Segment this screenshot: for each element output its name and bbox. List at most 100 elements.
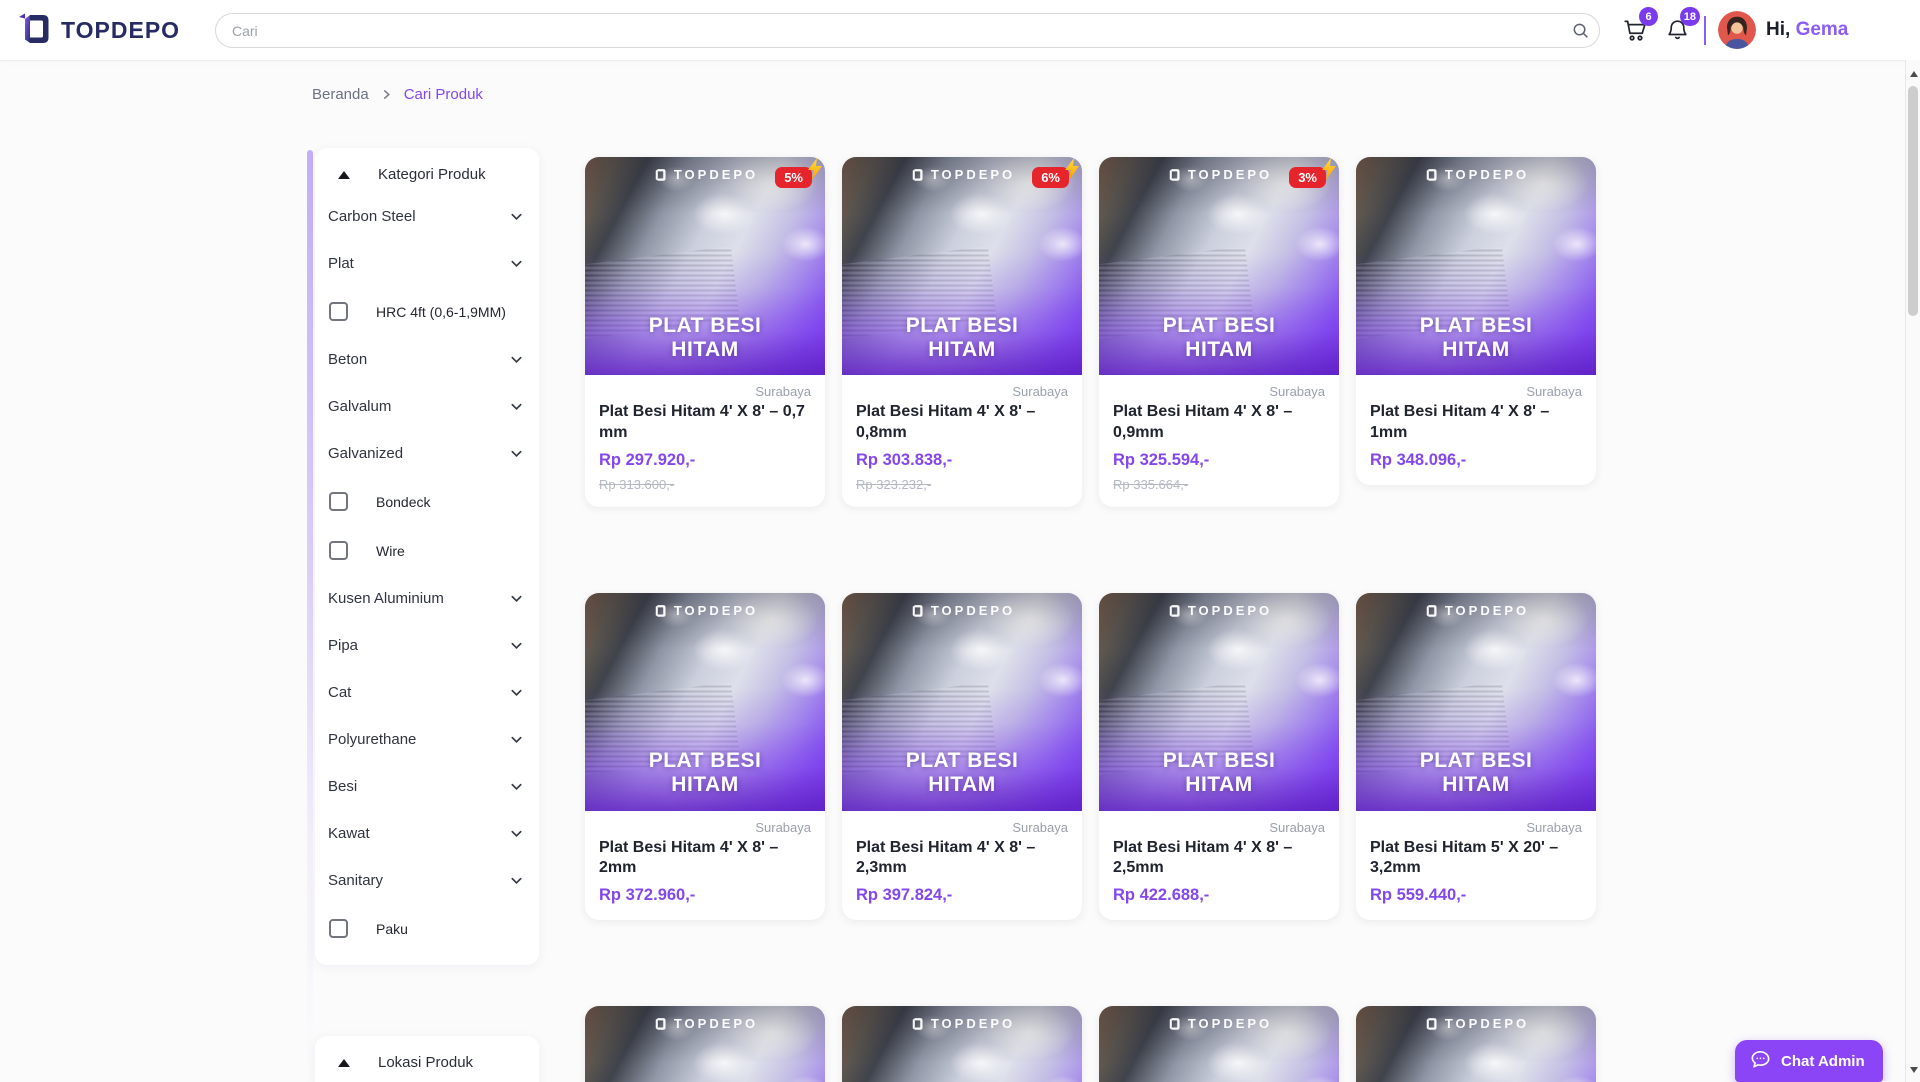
sidebar-filter-paku[interactable]: Paku [315, 904, 539, 953]
search-input[interactable] [216, 23, 1561, 39]
watermark-text: TOPDEPO [931, 1016, 1015, 1031]
cart-count-badge: 6 [1639, 7, 1658, 26]
watermark-text: TOPDEPO [674, 603, 758, 618]
watermark-text: TOPDEPO [931, 603, 1015, 618]
checkbox[interactable] [329, 919, 348, 938]
category-label: Cat [328, 684, 351, 701]
chevron-down-icon [509, 591, 524, 606]
scrollbar-up-icon[interactable] [1906, 66, 1920, 82]
category-label: Kusen Aluminium [328, 590, 444, 607]
checkbox[interactable] [329, 302, 348, 321]
product-card[interactable]: TOPDEPO [585, 1006, 825, 1082]
breadcrumb-chevron-icon [381, 89, 392, 100]
product-grid: TOPDEPO 5% PLAT BESI HITAM Surabaya Plat… [585, 157, 1599, 1082]
sidebar-filter-wire[interactable]: Wire [315, 526, 539, 575]
sidebar-item-galvalum[interactable]: Galvalum [315, 383, 539, 430]
topdepo-watermark-icon [652, 603, 667, 618]
filter-label: Paku [376, 921, 408, 937]
checkbox[interactable] [329, 492, 348, 511]
product-price: Rp 303.838,- [856, 451, 1068, 470]
chevron-down-icon [509, 352, 524, 367]
chevron-down-icon [509, 446, 524, 461]
sidebar-item-polyurethane[interactable]: Polyurethane [315, 716, 539, 763]
search-icon[interactable] [1561, 14, 1599, 47]
image-title: PLAT BESI HITAM [585, 749, 825, 797]
product-image: TOPDEPO 3% PLAT BESI HITAM [1099, 157, 1339, 375]
product-original-price: Rp 313.600,- [599, 477, 811, 492]
product-card[interactable]: TOPDEPO PLAT BESI HITAM Surabaya Plat Be… [842, 593, 1082, 921]
product-location: Surabaya [599, 820, 811, 835]
topdepo-watermark-icon [1166, 1016, 1181, 1031]
product-card[interactable]: TOPDEPO PLAT BESI HITAM Surabaya Plat Be… [1356, 593, 1596, 921]
image-title: PLAT BESI HITAM [1356, 314, 1596, 362]
product-title: Plat Besi Hitam 5' X 20' – 3,2mm [1370, 838, 1582, 880]
sidebar-item-plat[interactable]: Plat [315, 240, 539, 287]
product-card[interactable]: TOPDEPO [1099, 1006, 1339, 1082]
product-card[interactable]: TOPDEPO PLAT BESI HITAM Surabaya Plat Be… [585, 593, 825, 921]
chevron-down-icon [509, 256, 524, 271]
product-card[interactable]: TOPDEPO PLAT BESI HITAM Surabaya Plat Be… [1099, 593, 1339, 921]
product-card[interactable]: TOPDEPO PLAT BESI HITAM Surabaya Plat Be… [1356, 157, 1596, 485]
page-scrollbar[interactable] [1905, 60, 1920, 1082]
breadcrumb-home[interactable]: Beranda [312, 86, 369, 103]
breadcrumb: Beranda Cari Produk [312, 86, 483, 103]
product-image: TOPDEPO PLAT BESI HITAM [842, 593, 1082, 811]
image-watermark: TOPDEPO [1099, 1016, 1339, 1031]
sidebar-filter-hrc-4ft[interactable]: HRC 4ft (0,6-1,9MM) [315, 287, 539, 336]
sidebar-item-carbon-steel[interactable]: Carbon Steel [315, 193, 539, 240]
product-card[interactable]: TOPDEPO 5% PLAT BESI HITAM Surabaya Plat… [585, 157, 825, 507]
product-title: Plat Besi Hitam 4' X 8' – 1mm [1370, 402, 1582, 444]
watermark-text: TOPDEPO [1445, 167, 1529, 182]
topdepo-logo[interactable]: TOPDEPO [16, 10, 180, 51]
product-card[interactable]: TOPDEPO [842, 1006, 1082, 1082]
chevron-down-icon [509, 826, 524, 841]
product-card[interactable]: TOPDEPO [1356, 1006, 1596, 1082]
discount-badge: 3% [1289, 167, 1326, 188]
chevron-down-icon [509, 779, 524, 794]
product-price: Rp 348.096,- [1370, 451, 1582, 470]
image-watermark: TOPDEPO [842, 603, 1082, 618]
watermark-text: TOPDEPO [1188, 1016, 1272, 1031]
image-title: PLAT BESI HITAM [585, 314, 825, 362]
cart-button[interactable]: 6 [1618, 14, 1652, 48]
product-location: Surabaya [1370, 820, 1582, 835]
product-location: Surabaya [1370, 384, 1582, 399]
scrollbar-down-icon[interactable] [1906, 1062, 1920, 1078]
sidebar-item-sanitary[interactable]: Sanitary [315, 857, 539, 904]
product-info: Surabaya Plat Besi Hitam 5' X 20' – 3,2m… [1356, 811, 1596, 921]
breadcrumb-current[interactable]: Cari Produk [404, 86, 483, 103]
sidebar-item-kawat[interactable]: Kawat [315, 810, 539, 857]
product-card[interactable]: TOPDEPO 6% PLAT BESI HITAM Surabaya Plat… [842, 157, 1082, 507]
sidebar-item-pipa[interactable]: Pipa [315, 622, 539, 669]
product-location: Surabaya [599, 384, 811, 399]
page: TOPDEPO 6 [0, 0, 1920, 1082]
sidebar-item-cat[interactable]: Cat [315, 669, 539, 716]
notifications-button[interactable]: 18 [1660, 14, 1694, 48]
filter-label: Wire [376, 543, 405, 559]
sidebar-item-beton[interactable]: Beton [315, 336, 539, 383]
product-location: Surabaya [856, 384, 1068, 399]
product-card[interactable]: TOPDEPO 3% PLAT BESI HITAM Surabaya Plat… [1099, 157, 1339, 507]
sidebar-filter-bondeck[interactable]: Bondeck [315, 477, 539, 526]
category-label: Galvalum [328, 398, 391, 415]
image-title: PLAT BESI HITAM [842, 314, 1082, 362]
watermark-text: TOPDEPO [1188, 167, 1272, 182]
username: Gema [1796, 19, 1849, 40]
product-image: TOPDEPO PLAT BESI HITAM [1356, 157, 1596, 375]
chevron-down-icon [509, 209, 524, 224]
checkbox[interactable] [329, 541, 348, 560]
sidebar-item-besi[interactable]: Besi [315, 763, 539, 810]
product-title: Plat Besi Hitam 4' X 8' – 2mm [599, 838, 811, 880]
chat-admin-button[interactable]: Chat Admin [1735, 1040, 1883, 1082]
user-menu[interactable]: Hi, Gema [1718, 11, 1848, 49]
scrollbar-thumb[interactable] [1908, 86, 1918, 316]
sidebar-item-kusen-aluminium[interactable]: Kusen Aluminium [315, 575, 539, 622]
product-image: TOPDEPO [1099, 1006, 1339, 1082]
chevron-down-icon [509, 638, 524, 653]
kategori-produk-header[interactable]: Kategori Produk [315, 148, 539, 193]
sidebar-item-galvanized[interactable]: Galvanized [315, 430, 539, 477]
topdepo-watermark-icon [909, 167, 924, 182]
lokasi-produk-header[interactable]: Lokasi Produk [315, 1036, 539, 1081]
discount-value: 3% [1298, 170, 1317, 185]
lightning-icon [807, 158, 823, 183]
